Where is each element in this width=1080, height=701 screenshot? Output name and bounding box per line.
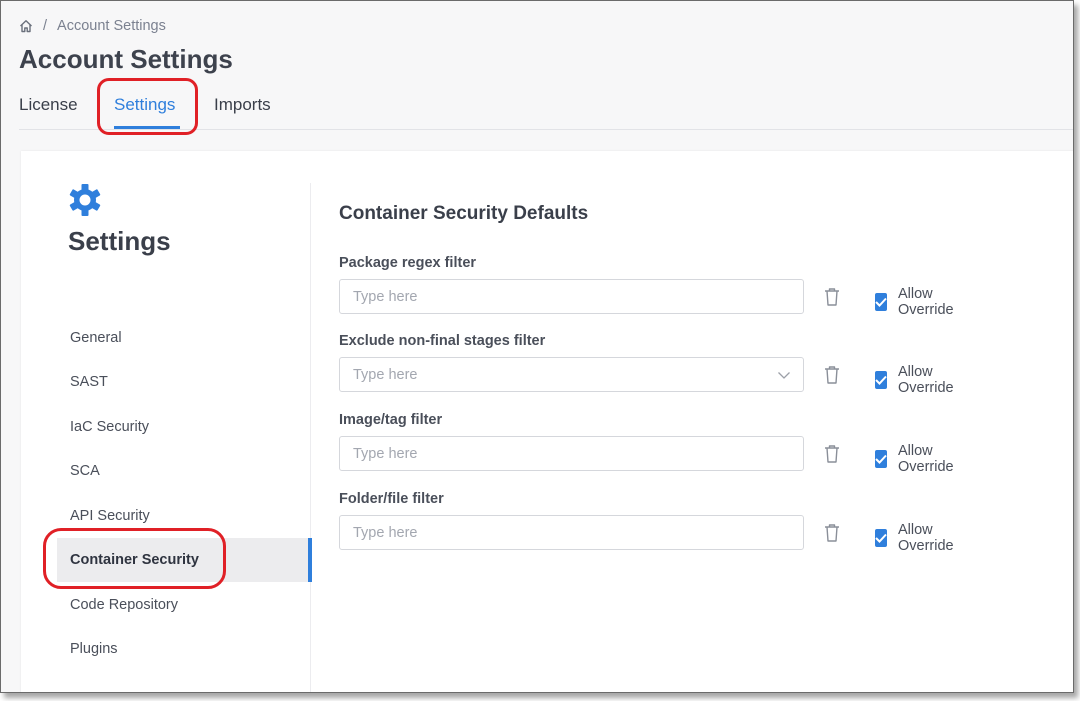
tab-imports[interactable]: Imports [214, 93, 294, 129]
breadcrumb: / Account Settings [19, 18, 166, 34]
allow-override-checkbox[interactable] [875, 371, 887, 389]
allow-override-label: Allow Override [898, 364, 954, 396]
sidebar-item-iac-security[interactable]: IaC Security [57, 405, 311, 449]
folder-file-input[interactable] [339, 515, 804, 550]
allow-override-row: Allow Override [875, 522, 960, 554]
image-tag-input[interactable] [339, 436, 804, 471]
allow-override-row: Allow Override [875, 364, 960, 396]
package-regex-label: Package regex filter [339, 255, 477, 271]
app-window: / Account Settings Account Settings Lice… [0, 0, 1074, 693]
tabs-divider [19, 129, 1073, 130]
breadcrumb-current: Account Settings [57, 18, 166, 34]
gear-icon [69, 184, 101, 216]
sidebar-item-general[interactable]: General [57, 316, 311, 360]
allow-override-label: Allow Override [898, 286, 954, 318]
trash-icon[interactable] [823, 523, 841, 543]
page-title: Account Settings [19, 44, 233, 74]
settings-sidebar: Settings General SAST IaC Security SCA A… [21, 183, 312, 692]
check-icon [875, 297, 887, 307]
trash-icon[interactable] [823, 444, 841, 464]
breadcrumb-separator: / [43, 18, 48, 34]
check-icon [875, 533, 887, 543]
allow-override-label: Allow Override [898, 522, 954, 554]
check-icon [875, 454, 887, 464]
allow-override-row: Allow Override [875, 443, 960, 475]
allow-override-label: Allow Override [898, 443, 954, 475]
package-regex-input[interactable] [339, 279, 804, 314]
check-icon [875, 375, 887, 385]
sidebar-item-sca[interactable]: SCA [57, 449, 311, 493]
trash-icon[interactable] [823, 287, 841, 307]
allow-override-checkbox[interactable] [875, 450, 887, 468]
allow-override-row: Allow Override [875, 286, 960, 318]
tab-bar: License Settings Imports [19, 93, 294, 129]
allow-override-checkbox[interactable] [875, 293, 887, 311]
home-icon[interactable] [19, 19, 33, 33]
sidebar-item-container-security[interactable]: Container Security [57, 538, 312, 582]
sidebar-title: Settings [68, 226, 171, 256]
image-tag-label: Image/tag filter [339, 412, 443, 428]
sidebar-item-plugins[interactable]: Plugins [57, 627, 311, 671]
tab-license[interactable]: License [19, 93, 114, 129]
chevron-down-icon[interactable] [777, 368, 791, 382]
exclude-stages-select[interactable] [339, 357, 804, 392]
trash-icon[interactable] [823, 365, 841, 385]
allow-override-checkbox[interactable] [875, 529, 887, 547]
sidebar-item-api-security[interactable]: API Security [57, 494, 311, 538]
folder-file-label: Folder/file filter [339, 491, 444, 507]
section-title: Container Security Defaults [339, 203, 589, 224]
tab-settings[interactable]: Settings [114, 93, 214, 129]
exclude-stages-label: Exclude non-final stages filter [339, 333, 546, 349]
settings-card: Settings General SAST IaC Security SCA A… [21, 151, 1073, 692]
container-security-panel: Container Security Defaults Package rege… [339, 203, 954, 554]
sidebar-item-sast[interactable]: SAST [57, 360, 311, 404]
sidebar-item-code-repository[interactable]: Code Repository [57, 583, 311, 627]
